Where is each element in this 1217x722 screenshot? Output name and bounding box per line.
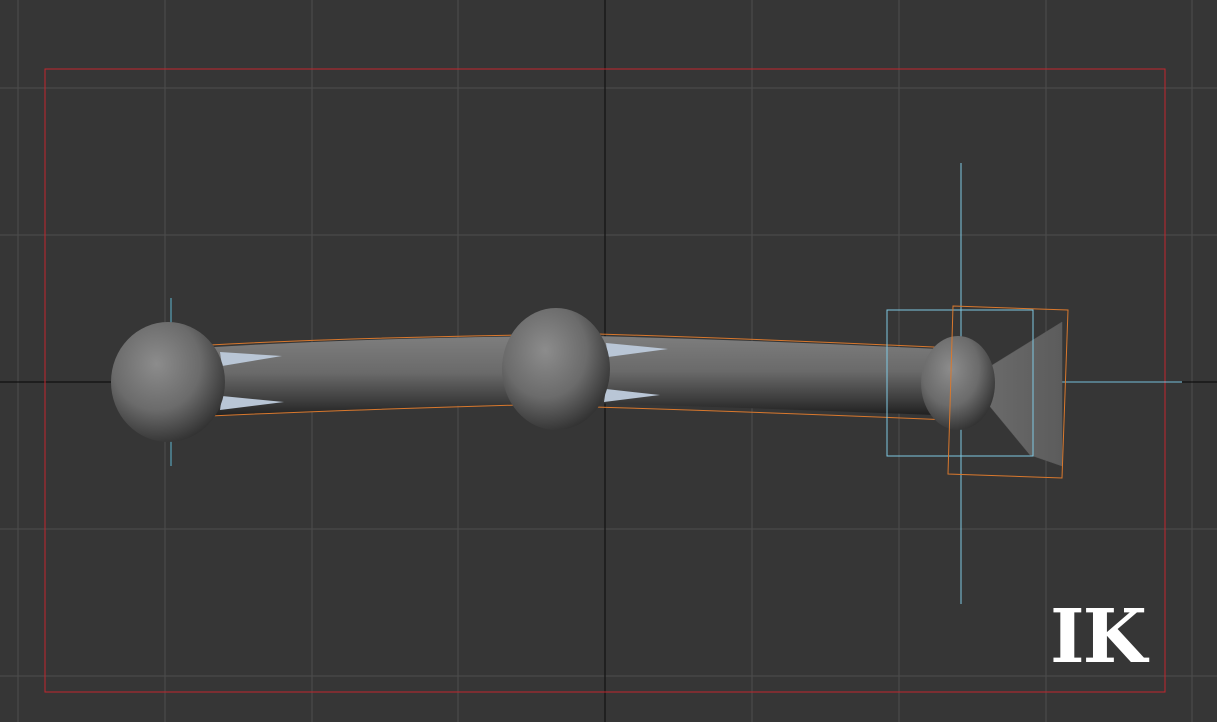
joint-middle[interactable] xyxy=(502,308,610,430)
viewport-3d[interactable]: IK xyxy=(0,0,1217,722)
ik-mode-label: IK xyxy=(1050,594,1147,680)
joint-root[interactable] xyxy=(111,322,225,442)
joint-end[interactable] xyxy=(921,336,995,430)
viewport-canvas[interactable] xyxy=(0,0,1217,722)
